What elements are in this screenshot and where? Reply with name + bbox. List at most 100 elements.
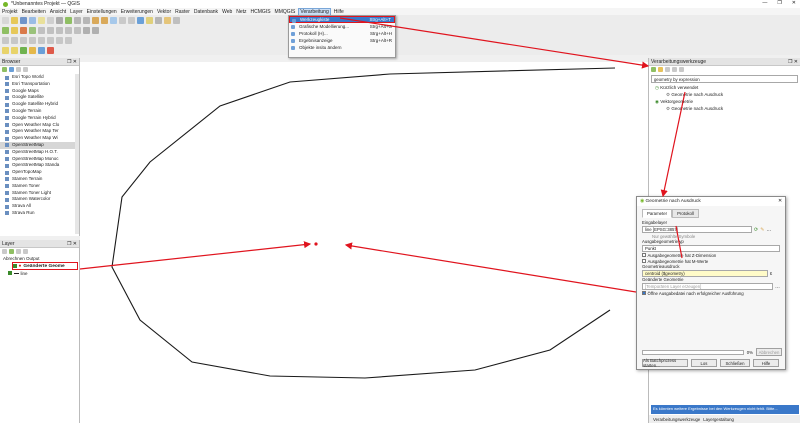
- add-ring-icon[interactable]: [29, 36, 36, 44]
- menu-projekt[interactable]: Projekt: [2, 9, 18, 15]
- style-icon[interactable]: [2, 249, 7, 254]
- menu-ansicht[interactable]: Ansicht: [50, 9, 66, 15]
- eye-icon[interactable]: [16, 249, 21, 254]
- menu-hilfe[interactable]: Hilfe: [334, 9, 344, 15]
- open-output-checkbox[interactable]: Öffne Ausgabedatei nach erfolgreicher Au…: [642, 290, 780, 296]
- menu-netz[interactable]: Netz: [236, 9, 246, 15]
- undo-icon[interactable]: [83, 26, 90, 34]
- rotate-feature-icon[interactable]: [11, 36, 18, 44]
- layout-manager-icon[interactable]: [47, 16, 54, 24]
- menu-item-history[interactable]: Protokoll (H)... Strg+Alt+H: [289, 30, 395, 37]
- save-project-icon[interactable]: [20, 16, 27, 24]
- list-item[interactable]: Esri Transportation: [0, 81, 79, 88]
- zoom-last-icon[interactable]: [119, 16, 126, 24]
- float-close-icon[interactable]: ❐ ✕: [67, 59, 77, 65]
- identify-icon[interactable]: [146, 16, 153, 24]
- open-project-icon[interactable]: [11, 16, 18, 24]
- output-geometry-type-select[interactable]: Punkt: [642, 245, 780, 252]
- save-as-icon[interactable]: [29, 16, 36, 24]
- list-item[interactable]: OpenStreetMap Monoc: [0, 156, 79, 163]
- list-item[interactable]: Google Satellite: [0, 94, 79, 101]
- menu-web[interactable]: Web: [222, 9, 232, 15]
- simplify-icon[interactable]: [20, 36, 27, 44]
- tree-item-geometry-by-expression[interactable]: ⚙ Geometrie nach Ausdruck: [652, 91, 800, 98]
- history-icon[interactable]: [665, 67, 670, 72]
- tab-log[interactable]: Protokoll: [672, 209, 699, 218]
- tree-item-geometry-by-expression-2[interactable]: ⚙ Geometrie nach Ausdruck: [652, 105, 800, 112]
- geometry-expression-input[interactable]: centroid ($geometry): [642, 270, 768, 277]
- label-icon[interactable]: [2, 46, 9, 54]
- batch-process-button[interactable]: Als Batchprozess starten...: [642, 358, 688, 368]
- more-options-icon[interactable]: …: [766, 227, 771, 233]
- menu-mmqgis[interactable]: MMQGIS: [275, 9, 296, 15]
- add-feature-icon[interactable]: [29, 26, 36, 34]
- menu-item-modeller[interactable]: Grafische Modellierung... Strg+Alt+G: [289, 23, 395, 30]
- list-item[interactable]: Open Weather Map Ter: [0, 128, 79, 135]
- paste-features-icon[interactable]: [74, 26, 81, 34]
- add-selected-icon[interactable]: [2, 67, 7, 72]
- close-icon[interactable]: ✕: [792, 0, 796, 6]
- menu-item-results[interactable]: Ergebnisanzeige Strg+Alt+R: [289, 37, 395, 44]
- menu-item-werkzeugkiste[interactable]: Werkzeugkiste Strg+Alt+T: [289, 16, 395, 23]
- filter-icon[interactable]: [23, 249, 28, 254]
- maximize-icon[interactable]: ❐: [777, 0, 781, 6]
- results-icon[interactable]: [672, 67, 677, 72]
- list-item[interactable]: Google Maps: [0, 88, 79, 95]
- toolbox-search-input[interactable]: geometry by expression: [651, 75, 798, 83]
- offset-curve-icon[interactable]: [56, 36, 63, 44]
- list-item[interactable]: OpenStreetMap Standa: [0, 162, 79, 169]
- input-layer-select[interactable]: line [EPSG:3857]: [642, 226, 752, 233]
- plugin-icon[interactable]: [29, 46, 36, 54]
- delete-selected-icon[interactable]: [47, 26, 54, 34]
- list-item[interactable]: OpenTopoMap: [0, 169, 79, 176]
- refresh-icon[interactable]: [9, 67, 14, 72]
- list-item[interactable]: Stamen Terrain: [0, 176, 79, 183]
- filter-icon[interactable]: [16, 67, 21, 72]
- layer-item-line[interactable]: line: [8, 270, 79, 276]
- copy-features-icon[interactable]: [65, 26, 72, 34]
- list-item[interactable]: Google Terrain: [0, 108, 79, 115]
- split-features-icon[interactable]: [65, 36, 72, 44]
- browse-icon[interactable]: …: [775, 284, 780, 290]
- toolbox-status-message[interactable]: Es könnten weitere Ergebnisse bei den We…: [651, 405, 799, 414]
- reshape-icon[interactable]: [47, 36, 54, 44]
- script-icon[interactable]: [658, 67, 663, 72]
- zoom-in-icon[interactable]: [74, 16, 81, 24]
- zoom-layer-icon[interactable]: [101, 16, 108, 24]
- iterate-icon[interactable]: ⟳: [754, 227, 758, 233]
- abort-button[interactable]: Abbrechen: [756, 348, 782, 356]
- tab-parameters[interactable]: Parameter: [642, 209, 673, 218]
- zoom-selection-icon[interactable]: [110, 16, 117, 24]
- label-pin-icon[interactable]: [11, 46, 18, 54]
- menu-item-inplace[interactable]: Objekte insitu ändern: [289, 44, 395, 51]
- collapse-icon[interactable]: [23, 67, 28, 72]
- map-canvas[interactable]: [80, 62, 648, 423]
- python-console-icon[interactable]: [20, 46, 27, 54]
- new-project-icon[interactable]: [2, 16, 9, 24]
- settings-icon[interactable]: [679, 67, 684, 72]
- close-icon[interactable]: ✕: [778, 199, 782, 204]
- help-button[interactable]: Hilfe: [753, 359, 779, 367]
- expression-builder-icon[interactable]: ε: [770, 271, 772, 277]
- menu-bearbeiten[interactable]: Bearbeiten: [22, 9, 46, 15]
- refresh-icon[interactable]: [137, 16, 144, 24]
- tab-layer-styling[interactable]: Layergestaltung: [703, 417, 734, 422]
- run-button[interactable]: Los: [691, 359, 717, 367]
- output-layer-input[interactable]: [Temporären Layer erzeugen]: [642, 283, 773, 290]
- advanced-digitize-icon[interactable]: [2, 36, 9, 44]
- list-item[interactable]: Stamen Toner Light: [0, 190, 79, 197]
- menu-hcmgis[interactable]: HCMGIS: [251, 9, 271, 15]
- checkbox-icon[interactable]: [642, 259, 646, 263]
- zoom-full-icon[interactable]: [92, 16, 99, 24]
- zoom-next-icon[interactable]: [128, 16, 135, 24]
- close-button[interactable]: Schließen: [720, 359, 750, 367]
- add-part-icon[interactable]: [38, 36, 45, 44]
- vertex-tool-icon[interactable]: [38, 26, 45, 34]
- menu-raster[interactable]: Raster: [175, 9, 190, 15]
- digitize-icon[interactable]: [2, 26, 9, 34]
- model-icon[interactable]: [651, 67, 656, 72]
- minimize-icon[interactable]: —: [762, 0, 767, 6]
- tree-group-vector-geometry[interactable]: ◉ Vektorgeometrie: [652, 98, 800, 105]
- tips-icon[interactable]: [173, 16, 180, 24]
- add-group-icon[interactable]: [9, 249, 14, 254]
